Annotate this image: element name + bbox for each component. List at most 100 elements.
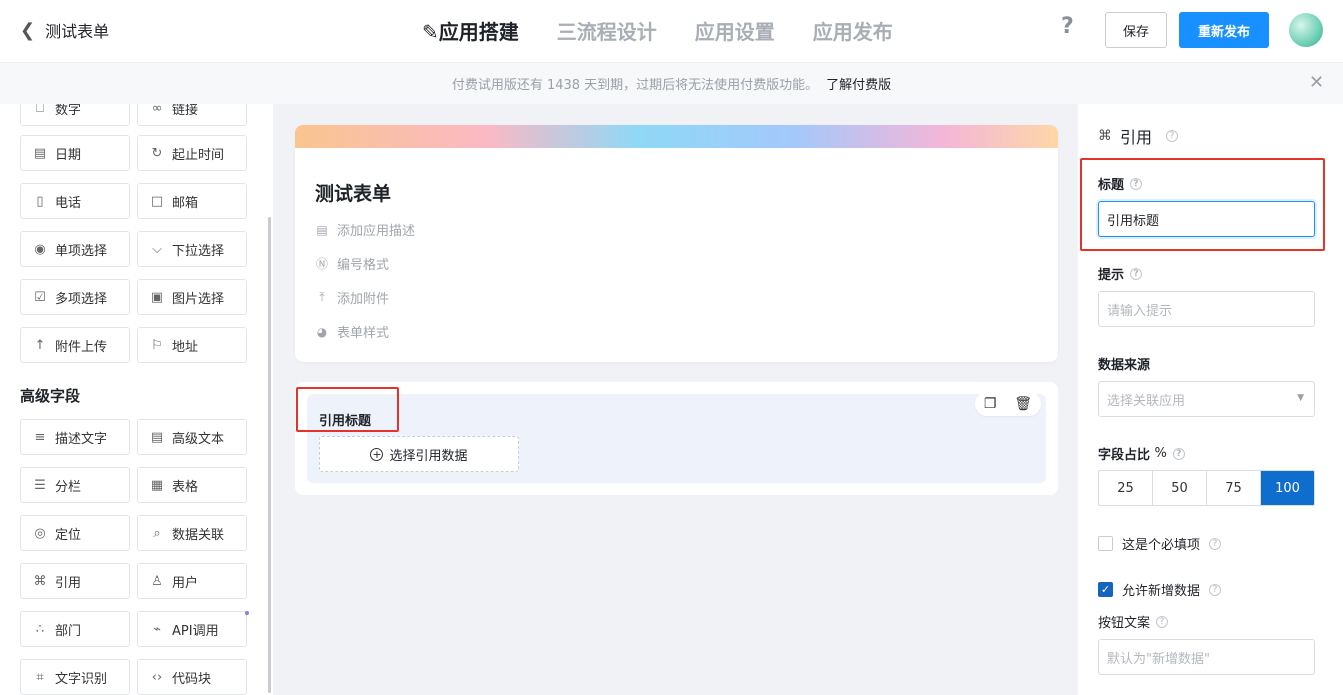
step-tabs: ✎应用搭建 三流程设计 应用设置 应用发布 xyxy=(422,16,893,45)
help-icon[interactable]: ? xyxy=(1061,14,1074,39)
avatar[interactable] xyxy=(1289,13,1323,47)
select-reference-data-button[interactable]: + 选择引用数据 xyxy=(319,436,519,472)
hint-label: 提示? xyxy=(1098,264,1143,283)
field-single-select[interactable]: ◉ 单项选择 xyxy=(20,231,130,267)
form-header-card: 测试表单 ▤ 添加应用描述 Ⓝ 编号格式 ⤒ 添加附件 ◕ 表单样式 xyxy=(295,125,1058,362)
field-location[interactable]: ◎ 定位 xyxy=(20,515,130,551)
plus-circle-icon: + xyxy=(370,447,384,461)
field-phone[interactable]: ▯ 电话 xyxy=(20,183,130,219)
trial-notice-bar: 付费试用版还有 1438 天到期，过期后将无法使用付费版功能。 了解付费版 ✕ xyxy=(0,62,1343,104)
form-body-card: 引用标题 ❐ 🗑︎ + 选择引用数据 xyxy=(295,382,1058,495)
field-description-text[interactable]: ≡ 描述文字 xyxy=(20,419,130,455)
new-indicator-dot xyxy=(245,611,249,615)
highlight-box-field xyxy=(296,387,399,432)
field-rich-text[interactable]: ▤ 高级文本 xyxy=(137,419,247,455)
data-link-icon: ⌕ xyxy=(153,525,161,541)
field-columns[interactable]: ☰ 分栏 xyxy=(20,467,130,503)
api-icon: ⌁ xyxy=(153,621,161,637)
field-data-link[interactable]: ⌕ 数据关联 xyxy=(137,515,247,551)
highlight-box-title xyxy=(1080,158,1325,251)
field-upload[interactable]: ↑ 附件上传 xyxy=(20,327,130,363)
location-icon: ⚐ xyxy=(151,337,163,353)
field-table[interactable]: ▦ 表格 xyxy=(137,467,247,503)
chevron-left-icon: ❮ xyxy=(20,19,36,41)
help-circle-icon[interactable]: ? xyxy=(1130,267,1143,280)
columns-icon: ☰ xyxy=(34,477,46,493)
help-circle-icon[interactable]: ? xyxy=(1209,537,1222,550)
tab-app-settings[interactable]: 应用设置 xyxy=(695,16,775,45)
palette-scrollbar[interactable] xyxy=(268,217,271,693)
add-description-option[interactable]: ▤ 添加应用描述 xyxy=(315,220,415,240)
add-attachment-option[interactable]: ⤒ 添加附件 xyxy=(315,288,389,307)
advanced-fields-title: 高级字段 xyxy=(20,387,81,405)
save-button[interactable]: 保存 xyxy=(1105,12,1167,48)
field-ratio-selector: 25 50 75 100 xyxy=(1098,470,1315,506)
field-mail[interactable]: □ 邮箱 xyxy=(137,183,247,219)
field-link[interactable]: ∞ 链接 xyxy=(137,104,247,126)
allow-add-checkbox-row[interactable]: ✓ 允许新增数据 ? xyxy=(1098,580,1222,599)
close-icon[interactable]: ✕ xyxy=(1309,72,1324,93)
field-address[interactable]: ⚐ 地址 xyxy=(137,327,247,363)
richtext-icon: ▤ xyxy=(150,429,164,445)
field-image-select[interactable]: ▣ 图片选择 xyxy=(137,279,247,315)
republish-button[interactable]: 重新发布 xyxy=(1179,12,1269,48)
number-format-option[interactable]: Ⓝ 编号格式 xyxy=(315,254,389,273)
field-time-range[interactable]: ↻ 起止时间 xyxy=(137,135,247,171)
reference-field[interactable]: 引用标题 ❐ 🗑︎ + 选择引用数据 xyxy=(307,392,1046,483)
palette-icon: ◕ xyxy=(316,324,328,339)
tab-app-build[interactable]: ✎应用搭建 xyxy=(422,16,519,45)
allow-add-checkbox[interactable]: ✓ xyxy=(1098,582,1113,597)
field-code-block[interactable]: ‹› 代码块 xyxy=(137,659,247,695)
edit-icon: ✎ xyxy=(422,20,439,44)
ratio-option-100[interactable]: 100 xyxy=(1261,471,1314,505)
field-api-call[interactable]: ⌁ API调用 xyxy=(137,611,247,647)
text-icon: ≡ xyxy=(34,429,46,445)
top-bar: ❮ 测试表单 ✎应用搭建 三流程设计 应用设置 应用发布 ? 保存 重新发布 xyxy=(0,0,1343,62)
button-text-label: 按钮文案? xyxy=(1098,612,1169,631)
help-circle-icon[interactable]: ? xyxy=(1156,615,1169,628)
help-circle-icon[interactable]: ? xyxy=(1172,447,1185,460)
trash-icon[interactable]: 🗑︎ xyxy=(1014,396,1032,412)
reference-icon: ⌘ xyxy=(33,573,47,589)
user-icon: ♙ xyxy=(151,573,163,589)
field-department[interactable]: ∴ 部门 xyxy=(20,611,130,647)
time-range-icon: ↻ xyxy=(151,145,163,161)
back-button[interactable]: ❮ 测试表单 xyxy=(20,18,109,42)
number-format-icon: Ⓝ xyxy=(315,257,328,271)
properties-heading: ⌘ 引用 ? xyxy=(1098,124,1179,148)
number-icon: ⎕ xyxy=(36,104,44,116)
field-multi-select[interactable]: ☑ 多项选择 xyxy=(20,279,130,315)
ratio-option-75[interactable]: 75 xyxy=(1207,471,1261,505)
upload-icon: ⤒ xyxy=(319,290,325,304)
copy-icon[interactable]: ❐ xyxy=(984,396,997,412)
field-reference[interactable]: ⌘ 引用 xyxy=(20,563,130,599)
form-style-option[interactable]: ◕ 表单样式 xyxy=(315,322,389,342)
tab-process-design[interactable]: 三流程设计 xyxy=(557,16,657,45)
department-icon: ∴ xyxy=(35,621,45,637)
dropdown-icon: ⌵ xyxy=(152,241,162,257)
help-circle-icon[interactable]: ? xyxy=(1166,130,1179,142)
reference-icon: ⌘ xyxy=(1098,128,1112,144)
button-text-input[interactable]: 默认为"新增数据" xyxy=(1098,639,1315,675)
link-icon: ∞ xyxy=(151,104,163,116)
field-number[interactable]: ⎕ 数字 xyxy=(20,104,130,126)
field-ocr[interactable]: ⌗ 文字识别 xyxy=(20,659,130,695)
required-checkbox-row[interactable]: 这是个必填项 ? xyxy=(1098,534,1222,553)
learn-paid-link[interactable]: 了解付费版 xyxy=(826,74,891,93)
hint-input[interactable]: 请输入提示 xyxy=(1098,291,1315,327)
ratio-option-25[interactable]: 25 xyxy=(1099,471,1153,505)
ratio-option-50[interactable]: 50 xyxy=(1153,471,1207,505)
checkbox-icon: ☑ xyxy=(34,289,46,305)
caret-down-icon: ▼ xyxy=(1297,393,1304,403)
help-circle-icon[interactable]: ? xyxy=(1209,583,1222,596)
form-banner xyxy=(295,125,1058,148)
required-checkbox[interactable] xyxy=(1098,536,1113,551)
field-dropdown[interactable]: ⌵ 下拉选择 xyxy=(137,231,247,267)
field-date[interactable]: ▤ 日期 xyxy=(20,135,130,171)
pin-icon: ◎ xyxy=(34,525,46,541)
field-user[interactable]: ♙ 用户 xyxy=(137,563,247,599)
trial-notice-text: 付费试用版还有 1438 天到期，过期后将无法使用付费版功能。 xyxy=(451,78,819,93)
form-title[interactable]: 测试表单 xyxy=(315,179,391,206)
tab-app-publish[interactable]: 应用发布 xyxy=(813,16,893,45)
data-source-select[interactable]: 选择关联应用 ▼ xyxy=(1098,381,1315,417)
